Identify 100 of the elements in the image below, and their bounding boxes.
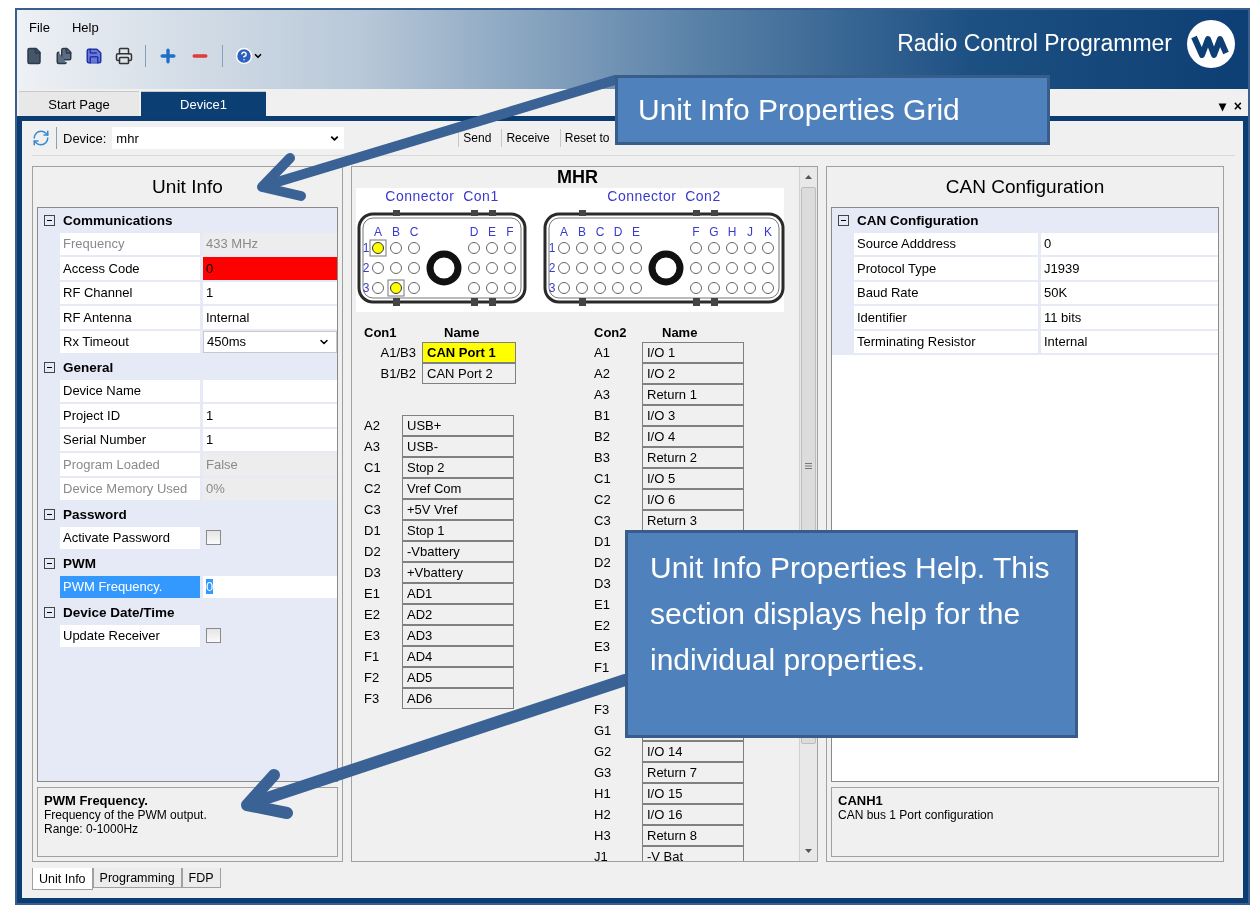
pin-name[interactable]: Stop 1 <box>402 519 514 541</box>
pin-name[interactable]: -Vbattery <box>402 540 514 562</box>
menu-item[interactable]: Help <box>71 20 99 35</box>
pin-name[interactable]: USB- <box>402 435 514 457</box>
pin[interactable] <box>762 262 774 274</box>
scroll-up-icon[interactable] <box>804 173 813 181</box>
pin-name[interactable]: Return 1 <box>642 383 744 405</box>
pin-name[interactable]: Return 8 <box>642 824 744 846</box>
pin[interactable] <box>408 242 420 254</box>
pin[interactable] <box>504 282 516 294</box>
pin[interactable] <box>690 282 702 294</box>
pin-name[interactable]: Return 2 <box>642 446 744 468</box>
menu-item[interactable]: File <box>29 20 50 35</box>
pin[interactable] <box>558 262 570 274</box>
pin-name[interactable]: AD5 <box>402 666 514 688</box>
property-label[interactable]: Source Adddress <box>854 232 1038 257</box>
print-icon[interactable] <box>115 47 133 65</box>
pin[interactable] <box>630 282 642 294</box>
pin[interactable] <box>690 242 702 254</box>
property-label[interactable]: Baud Rate <box>854 281 1038 306</box>
checkbox[interactable] <box>206 530 221 546</box>
property-label[interactable]: Activate Password <box>60 526 200 551</box>
pin-name[interactable]: Stop 2 <box>402 456 514 478</box>
highlighted-pin[interactable] <box>387 279 405 297</box>
property-value[interactable]: 1 <box>203 281 337 306</box>
property-label[interactable]: Identifier <box>854 306 1038 331</box>
pin[interactable] <box>744 282 756 294</box>
pin[interactable] <box>594 262 606 274</box>
toolbar-button[interactable]: Receive <box>501 129 554 147</box>
pin[interactable] <box>726 242 738 254</box>
highlighted-pin[interactable] <box>369 239 387 257</box>
pin[interactable] <box>486 242 498 254</box>
pin-name[interactable]: CAN Port 2 <box>422 362 516 384</box>
pin-name[interactable]: +5V Vref <box>402 498 514 520</box>
property-value[interactable]: 0 <box>203 257 337 282</box>
property-label[interactable]: Device Name <box>60 379 200 404</box>
pin[interactable] <box>744 262 756 274</box>
pin[interactable] <box>408 282 420 294</box>
property-label[interactable]: Update Receiver <box>60 624 200 649</box>
property-label[interactable]: RF Antenna <box>60 306 200 331</box>
help-icon[interactable] <box>235 47 263 65</box>
property-label[interactable]: Project ID <box>60 404 200 429</box>
panel-tab[interactable]: Programming <box>92 868 182 888</box>
property-value[interactable]: 1 <box>203 428 337 453</box>
pin[interactable] <box>744 242 756 254</box>
pin[interactable] <box>576 242 588 254</box>
pin[interactable] <box>690 262 702 274</box>
property-label[interactable]: Terminating Resistor <box>854 330 1038 355</box>
pin[interactable] <box>762 242 774 254</box>
toolbar-button[interactable]: Send <box>458 129 496 147</box>
scroll-down-icon[interactable] <box>804 847 813 855</box>
pin[interactable] <box>558 282 570 294</box>
pin[interactable] <box>708 242 720 254</box>
pin-name[interactable]: I/O 2 <box>642 362 744 384</box>
panel-tab[interactable]: Unit Info <box>32 868 93 890</box>
pin-name[interactable]: I/O 15 <box>642 782 744 804</box>
pin-name[interactable]: AD2 <box>402 603 514 625</box>
pin[interactable] <box>612 262 624 274</box>
pin-name[interactable]: I/O 1 <box>642 341 744 363</box>
checkbox[interactable] <box>206 628 221 644</box>
property-label[interactable]: RF Channel <box>60 281 200 306</box>
pin[interactable] <box>576 262 588 274</box>
property-label[interactable]: Rx Timeout <box>60 330 200 355</box>
property-value[interactable]: J1939 <box>1041 257 1218 282</box>
pin[interactable] <box>486 262 498 274</box>
add-icon[interactable] <box>158 46 178 66</box>
pin[interactable] <box>762 282 774 294</box>
pin-name[interactable]: USB+ <box>402 414 514 436</box>
pin-name[interactable]: Return 7 <box>642 761 744 783</box>
pin-name[interactable]: I/O 4 <box>642 425 744 447</box>
new-file-icon[interactable] <box>25 47 43 65</box>
collapse-icon[interactable] <box>44 361 55 373</box>
pin-name[interactable]: CAN Port 1 <box>422 341 516 363</box>
pin-name[interactable]: AD4 <box>402 645 514 667</box>
pin-name[interactable]: I/O 3 <box>642 404 744 426</box>
open-file-icon[interactable] <box>55 47 73 65</box>
property-value[interactable]: 1 <box>203 404 337 429</box>
property-value[interactable]: Internal <box>203 306 337 331</box>
pin[interactable] <box>630 242 642 254</box>
collapse-icon[interactable] <box>838 214 849 226</box>
collapse-icon[interactable] <box>44 508 55 520</box>
pin[interactable] <box>468 242 480 254</box>
property-dropdown[interactable]: 450ms <box>203 330 337 353</box>
pin-name[interactable]: +Vbattery <box>402 561 514 583</box>
collapse-icon[interactable] <box>44 214 55 226</box>
document-tab[interactable]: Device1 <box>141 91 266 116</box>
pin[interactable] <box>726 282 738 294</box>
pin-name[interactable]: AD6 <box>402 687 514 709</box>
toolbar-button[interactable]: Reset to <box>559 129 614 147</box>
pin-name[interactable]: Vref Com <box>402 477 514 499</box>
collapse-icon[interactable] <box>44 557 55 569</box>
pin-name[interactable]: AD1 <box>402 582 514 604</box>
document-tab[interactable]: Start Page <box>19 91 139 116</box>
pin[interactable] <box>708 282 720 294</box>
property-label[interactable]: Serial Number <box>60 428 200 453</box>
pin[interactable] <box>390 242 402 254</box>
device-dropdown[interactable]: mhr <box>112 127 345 149</box>
pin[interactable] <box>486 282 498 294</box>
pin[interactable] <box>408 262 420 274</box>
pin-name[interactable]: AD3 <box>402 624 514 646</box>
